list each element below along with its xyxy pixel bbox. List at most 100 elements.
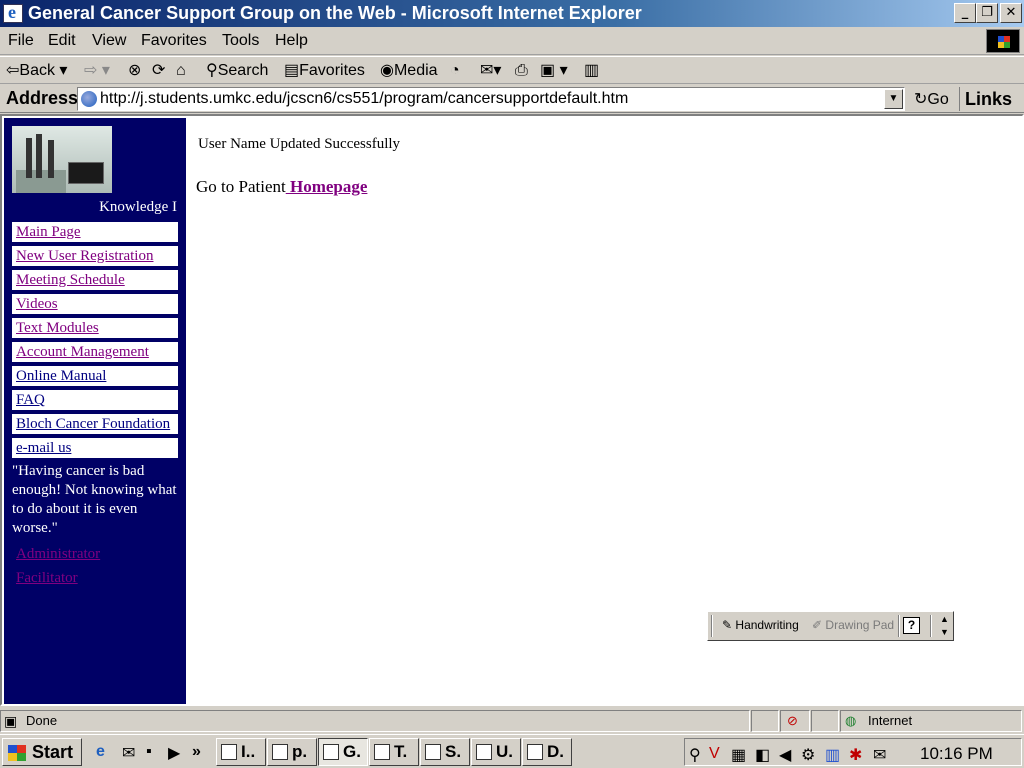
- cmd-quicklaunch-icon[interactable]: ▪: [146, 743, 162, 760]
- mail-icon: [476, 744, 492, 760]
- nav-meeting-schedule[interactable]: Meeting Schedule: [12, 270, 178, 290]
- menu-edit[interactable]: Edit: [48, 32, 76, 50]
- clock: 10:16 PM: [920, 744, 993, 763]
- dc-icon[interactable]: ◧: [755, 745, 771, 764]
- word-icon: [272, 744, 288, 760]
- volume-icon[interactable]: ◀: [779, 745, 795, 764]
- homepage-link[interactable]: Homepage: [286, 177, 367, 196]
- nav-email-us[interactable]: e-mail us: [12, 438, 178, 458]
- task-button-2[interactable]: p.: [267, 738, 317, 766]
- antivirus-icon[interactable]: V: [709, 745, 725, 762]
- nav-new-user-registration[interactable]: New User Registration: [12, 246, 178, 266]
- ie-task-icon: [374, 744, 390, 760]
- minimize-button[interactable]: _: [954, 3, 976, 23]
- mail-icon[interactable]: ✉▾: [480, 60, 501, 82]
- media-player-quicklaunch-icon[interactable]: ▶: [168, 743, 184, 762]
- site-logo: [12, 126, 112, 193]
- close-button[interactable]: ✕: [1000, 3, 1022, 23]
- taskbar: Start e ✉ ▪ ▶ » I.. p. G. T. S. U. D. ⚲ …: [0, 734, 1024, 768]
- status-text: Done: [26, 713, 58, 728]
- search-tray-icon[interactable]: ⚲: [689, 745, 705, 764]
- task-button-4[interactable]: T.: [369, 738, 419, 766]
- goto-patient-line: Go to Patient Homepage: [196, 177, 367, 197]
- links-button[interactable]: Links: [959, 87, 1012, 111]
- app-tray-icon[interactable]: ▥: [825, 745, 841, 764]
- back-arrow-icon: ⇦: [6, 62, 20, 79]
- forward-button[interactable]: ⇨ ▾: [84, 60, 110, 82]
- title-bar: General Cancer Support Group on the Web …: [0, 0, 1024, 27]
- menu-view[interactable]: View: [92, 32, 126, 50]
- search-icon: ⚲: [206, 62, 218, 79]
- blocked-icon: ⊘: [787, 713, 798, 728]
- drawing-pad-button[interactable]: ✐ Drawing Pad: [812, 618, 894, 632]
- drawing-pad-icon: ✐: [812, 618, 823, 632]
- menu-tools[interactable]: Tools: [222, 32, 259, 50]
- restore-button[interactable]: ❐: [976, 3, 998, 23]
- task-button-6[interactable]: U.: [471, 738, 521, 766]
- go-button[interactable]: ↻Go: [914, 89, 949, 109]
- nav-account-management[interactable]: Account Management: [12, 342, 178, 362]
- network-icon[interactable]: ▦: [731, 745, 747, 764]
- nav-main-page[interactable]: Main Page: [12, 222, 178, 242]
- back-button[interactable]: ⇦Back ▾: [6, 60, 67, 82]
- nav-videos[interactable]: Videos: [12, 294, 178, 314]
- nav-bloch-cancer-foundation[interactable]: Bloch Cancer Foundation: [12, 414, 178, 434]
- media-icon: ◉: [380, 62, 394, 79]
- goto-prefix: Go to Patient: [196, 177, 286, 196]
- favorites-icon: ▤: [284, 62, 300, 79]
- task-button-3[interactable]: G.: [318, 738, 368, 766]
- pen-icon: ✎: [722, 618, 733, 632]
- status-page-icon: ▣: [4, 713, 18, 729]
- task-button-7[interactable]: D.: [522, 738, 572, 766]
- stop-icon[interactable]: ⊗: [128, 60, 141, 82]
- outlook-quicklaunch-icon[interactable]: ✉: [122, 743, 138, 762]
- ie-icon[interactable]: [3, 2, 23, 23]
- task-button-5[interactable]: S.: [420, 738, 470, 766]
- toolbar-scroll-icon[interactable]: ▲ ▼: [940, 613, 949, 639]
- more-quicklaunch-icon[interactable]: »: [192, 743, 208, 760]
- menu-file[interactable]: File: [8, 32, 34, 50]
- menu-favorites[interactable]: Favorites: [141, 32, 207, 50]
- windows-logo-throbber: [986, 29, 1020, 53]
- task-button-1[interactable]: I..: [216, 738, 266, 766]
- media-button[interactable]: ◉Media: [380, 60, 438, 82]
- print-icon[interactable]: ⎙: [515, 60, 528, 82]
- favorites-button[interactable]: ▤Favorites: [284, 60, 365, 82]
- facilitator-link[interactable]: Facilitator: [16, 570, 78, 587]
- connection-icon[interactable]: ⚙: [801, 745, 817, 764]
- internet-zone-icon: ◍: [845, 713, 857, 728]
- window-title: General Cancer Support Group on the Web …: [28, 3, 642, 23]
- go-arrow-icon: ↻: [914, 91, 928, 108]
- messenger-icon[interactable]: ✱: [849, 745, 865, 764]
- history-icon[interactable]: ◔: [450, 60, 460, 82]
- menu-help[interactable]: Help: [275, 32, 308, 50]
- nav-text-modules[interactable]: Text Modules: [12, 318, 178, 338]
- administrator-link[interactable]: Administrator: [16, 546, 100, 563]
- nav-faq[interactable]: FAQ: [12, 390, 178, 410]
- nav-online-manual[interactable]: Online Manual: [12, 366, 178, 386]
- app-icon: [425, 744, 441, 760]
- menu-bar: File Edit View Favorites Tools Help: [0, 27, 1024, 55]
- handwriting-button[interactable]: ✎ Handwriting: [722, 618, 799, 632]
- ie-task-icon: [323, 744, 339, 760]
- sidebar-tagline: Knowledge I: [99, 199, 177, 215]
- refresh-icon[interactable]: ⟳: [152, 60, 165, 82]
- address-bar: Address http://j.students.umkc.edu/jcscn…: [0, 85, 1024, 113]
- success-message: User Name Updated Successfully: [198, 136, 401, 152]
- help-icon[interactable]: ?: [903, 617, 920, 634]
- address-input[interactable]: http://j.students.umkc.edu/jcscn6/cs551/…: [77, 87, 905, 111]
- security-zone: Internet: [868, 713, 913, 728]
- standard-toolbar: ⇦Back ▾ ⇨ ▾ ⊗ ⟳ ⌂ ⚲Search ▤Favorites ◉Me…: [0, 56, 1024, 84]
- address-dropdown-icon[interactable]: ▼: [884, 89, 903, 109]
- home-icon[interactable]: ⌂: [176, 60, 186, 82]
- ie-quicklaunch-icon[interactable]: e: [96, 743, 112, 760]
- edit-icon[interactable]: ▣ ▾: [540, 60, 568, 82]
- email-tray-icon[interactable]: ✉: [873, 745, 889, 764]
- search-button[interactable]: ⚲Search: [206, 60, 268, 82]
- discuss-icon[interactable]: ▥: [584, 60, 599, 82]
- sidebar: Knowledge I Main Page New User Registrat…: [4, 118, 186, 704]
- status-bar: ▣ Done ⊘ ◍ Internet: [0, 708, 1024, 734]
- url-text: http://j.students.umkc.edu/jcscn6/cs551/…: [100, 90, 629, 107]
- start-button[interactable]: Start: [2, 738, 82, 766]
- app-icon: [221, 744, 237, 760]
